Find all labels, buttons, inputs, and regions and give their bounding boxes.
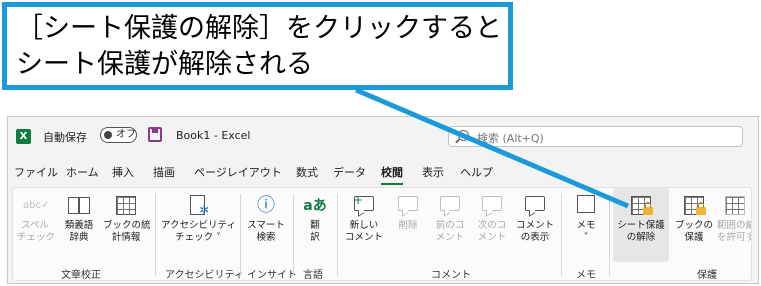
- callout-text: ［シート保護の解除］をクリックすると シート保護が解除される: [16, 11, 502, 83]
- callout-line-2: シート保護が解除される: [16, 49, 313, 80]
- callout-line-1: ［シート保護の解除］をクリックすると: [16, 13, 502, 44]
- callout-box: ［シート保護の解除］をクリックすると シート保護が解除される: [2, 2, 513, 90]
